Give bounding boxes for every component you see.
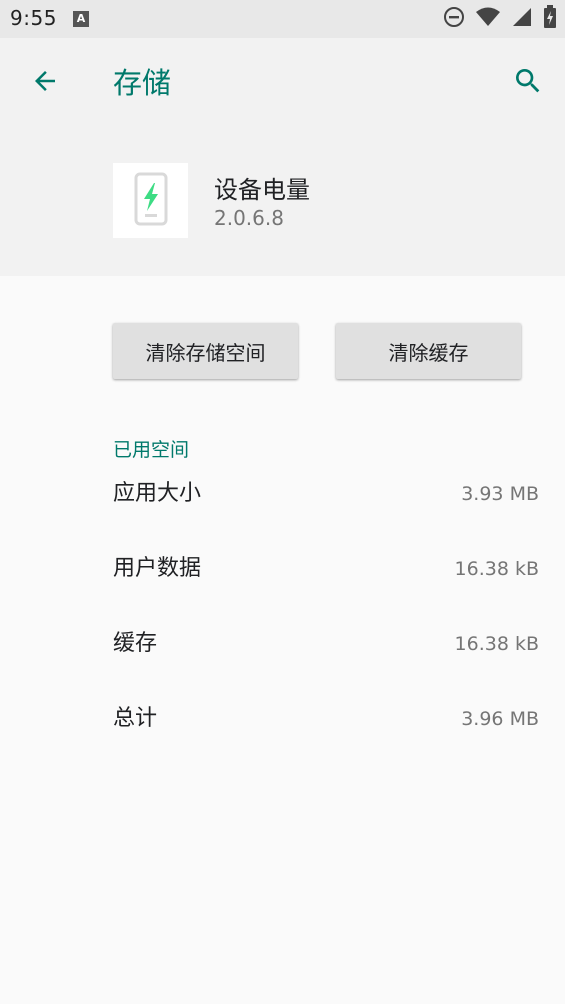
clear-storage-button[interactable]: 清除存储空间 — [113, 323, 298, 379]
storage-row-label: 缓存 — [113, 631, 158, 656]
app-icon — [113, 163, 188, 238]
storage-row-label: 用户数据 — [113, 556, 202, 581]
storage-row-value: 16.38 kB — [454, 633, 539, 655]
storage-row-value: 3.96 MB — [461, 708, 539, 730]
storage-row-total: 总计 3.96 MB — [113, 699, 539, 739]
status-time: 9:55 — [10, 6, 57, 30]
wifi-icon — [475, 6, 501, 32]
back-button[interactable] — [24, 62, 66, 104]
search-button[interactable] — [507, 62, 549, 104]
status-icons — [443, 5, 557, 33]
battery-icon — [543, 5, 557, 33]
storage-row-cache: 缓存 16.38 kB — [113, 624, 539, 664]
signal-icon — [511, 6, 533, 32]
storage-row-label: 总计 — [113, 706, 158, 731]
app-info-header: 存储 设备电量 2.0.6.8 — [0, 38, 565, 276]
arrow-back-icon — [30, 66, 60, 100]
status-bar: 9:55 A — [0, 0, 565, 38]
page-title: 存储 — [113, 66, 172, 100]
battery-app-icon — [133, 171, 169, 231]
section-title-used-space: 已用空间 — [113, 439, 190, 461]
storage-row-value: 16.38 kB — [454, 558, 539, 580]
storage-row-user-data: 用户数据 16.38 kB — [113, 549, 539, 589]
storage-row-app-size: 应用大小 3.93 MB — [113, 474, 539, 514]
storage-row-label: 应用大小 — [113, 481, 202, 506]
notification-icon: A — [73, 11, 89, 27]
do-not-disturb-icon — [443, 6, 465, 32]
search-icon — [512, 65, 544, 101]
app-version: 2.0.6.8 — [214, 206, 284, 230]
clear-cache-button[interactable]: 清除缓存 — [336, 323, 521, 379]
app-name: 设备电量 — [214, 176, 310, 204]
storage-row-value: 3.93 MB — [461, 483, 539, 505]
